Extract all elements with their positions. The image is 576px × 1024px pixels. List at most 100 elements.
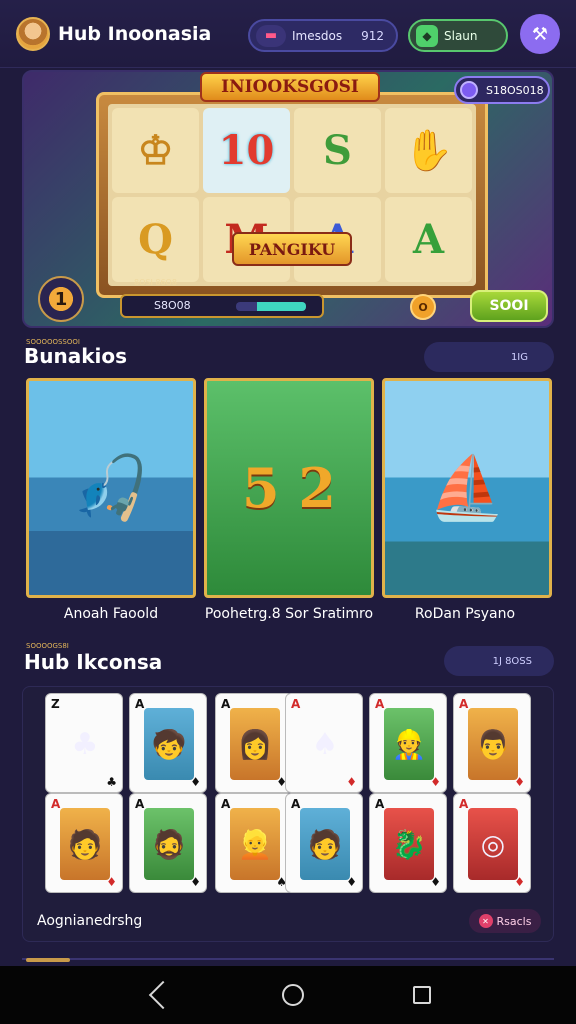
card-face-art: 🧒 (144, 708, 194, 780)
playing-card[interactable]: A 🧔 ♦ (129, 793, 207, 893)
section-kicker: SOOOOGS8I (26, 642, 69, 650)
see-all-button[interactable]: 1IG (424, 342, 554, 372)
card-suit: ♦ (430, 775, 441, 789)
card-suit: ♦ (514, 775, 525, 789)
card-rank: A (459, 697, 469, 711)
hammer-icon[interactable]: ⚒ (520, 14, 560, 54)
jackpot-value: S18OS018 (486, 83, 544, 97)
level-badge: 1 (38, 276, 84, 322)
spin-button[interactable]: SOOI (470, 290, 548, 322)
chip-icon: ◆ (416, 24, 438, 47)
playing-card[interactable]: A 🧒 ♦ (129, 693, 207, 793)
boat-art: ⛵ (428, 451, 506, 524)
app-header: Hub Inoonasia ▬ Imesdos 912 ◆ Slaun ⚒ (0, 0, 576, 68)
card-suit: ♦ (346, 775, 357, 789)
progress-value: S8O08 (154, 299, 191, 312)
card-suit: ♣ (106, 775, 117, 789)
ticket-count: 912 (361, 28, 384, 43)
card-face-art: ◎ (468, 808, 518, 880)
card-rank: A (291, 697, 301, 711)
playing-card[interactable]: A 👩 ♦ (215, 693, 293, 793)
playing-card[interactable]: A 🧑 ♦ (285, 793, 363, 893)
playing-card[interactable]: A ◎ ♦ (453, 793, 531, 893)
card-game-panel[interactable]: Z ♣ ♣ A 🧒 ♦ A 👩 ♦ A ♠ ♦ A 👷 ♦ A 👨 ♦ A 🧑 ♦ A 🧔 ♦ A 👱 ♠ A 🧑 ♦ A 🐉 ♦ A ◎ ♦ Aog… (22, 686, 554, 942)
reel-symbol: ✋ (385, 108, 472, 193)
slot-title-banner: INIOOKSGOSI (200, 72, 380, 102)
ticket-label: Imesdos (292, 28, 343, 43)
back-icon[interactable] (148, 980, 177, 1010)
close-icon: ✕ (478, 914, 493, 928)
card-rank: A (135, 797, 145, 811)
progress-label: 8OSI 86O8 (134, 278, 177, 287)
card-face-art: 👩 (230, 708, 280, 780)
playing-card[interactable]: A 👨 ♦ (453, 693, 531, 793)
card-suit: ♦ (190, 775, 201, 789)
card-face-art: 🧑 (300, 808, 350, 880)
fisherman-art: 🎣 (72, 451, 150, 524)
card-face-art: 👷 (384, 708, 434, 780)
reel-symbol: S (294, 108, 381, 193)
card-rank: A (221, 797, 231, 811)
ticket-icon: ▬ (256, 24, 286, 47)
card-suit: ♦ (106, 875, 117, 889)
playing-card[interactable]: A 👷 ♦ (369, 693, 447, 793)
section-title: Bunakios (24, 344, 128, 368)
card-suit: ♦ (190, 875, 201, 889)
game-card[interactable]: 🎣 (26, 378, 196, 598)
card-suit: ♦ (346, 875, 357, 889)
divider-tab (26, 958, 70, 962)
progress-bar: S8O08 (120, 294, 324, 318)
status-label: Slaun (444, 28, 478, 43)
play-button-label: Rsacls (496, 914, 532, 928)
slot-logo: PANGIKU (232, 232, 352, 266)
coin-icon[interactable]: O (410, 294, 436, 320)
card-rank: A (135, 697, 145, 711)
card-rank: A (221, 697, 231, 711)
game-card[interactable]: 5 2 (204, 378, 374, 598)
reel-symbol: ♔ (112, 108, 199, 193)
card-face-art: 👱 (230, 808, 280, 880)
avatar[interactable] (16, 16, 50, 51)
jackpot-pill[interactable]: S18OS018 (454, 76, 550, 104)
section-title: Hub Ikconsa (24, 650, 163, 674)
reel-symbol: A (385, 197, 472, 282)
reel-symbol: 10 (203, 108, 290, 193)
card-rank: A (459, 797, 469, 811)
system-nav-bar (0, 966, 576, 1024)
reel-symbol: Q (112, 197, 199, 282)
see-all-button[interactable]: 1J 8OSS (444, 646, 554, 676)
app-title: Hub Inoonasia (58, 22, 212, 45)
playing-card[interactable]: A ♠ ♦ (285, 693, 363, 793)
card-rank: Z (51, 697, 60, 711)
card-rank: A (375, 697, 385, 711)
progress-track (236, 302, 306, 311)
numbers-art: 5 2 (242, 456, 336, 520)
playing-card[interactable]: A 👱 ♠ (215, 793, 293, 893)
ticket-pill[interactable]: ▬ Imesdos 912 (248, 19, 398, 52)
status-pill[interactable]: ◆ Slaun (408, 19, 508, 52)
jackpot-icon (460, 81, 478, 99)
playing-card[interactable]: A 🧑 ♦ (45, 793, 123, 893)
card-game-caption: Aognianedrshg (37, 913, 143, 929)
playing-card[interactable]: A 🐉 ♦ (369, 793, 447, 893)
card-face-art: ♠ (311, 726, 339, 762)
next-section-divider (22, 958, 554, 966)
game-card[interactable]: ⛵ (382, 378, 552, 598)
game-name[interactable]: Anoah Faoold (16, 606, 206, 622)
card-face-art: 🐉 (384, 808, 434, 880)
playing-card[interactable]: Z ♣ ♣ (45, 693, 123, 793)
hero-slot-banner[interactable]: ♔ 10 S ✋ Q M A A INIOOKSGOSI PANGIKU S18… (22, 70, 554, 328)
home-icon[interactable] (281, 984, 304, 1006)
card-suit: ♦ (514, 875, 525, 889)
play-button[interactable]: ✕ Rsacls (469, 909, 541, 933)
game-name[interactable]: RoDan Psyano (370, 606, 560, 622)
card-face-art: 👨 (468, 708, 518, 780)
card-rank: A (51, 797, 61, 811)
card-rank: A (291, 797, 301, 811)
card-face-art: ♣ (71, 726, 99, 762)
card-face-art: 🧑 (60, 808, 110, 880)
card-suit: ♦ (430, 875, 441, 889)
card-face-art: 🧔 (144, 808, 194, 880)
game-name[interactable]: Poohetrg.8 Sor Sratimro (194, 606, 384, 622)
recents-icon[interactable] (413, 986, 432, 1004)
